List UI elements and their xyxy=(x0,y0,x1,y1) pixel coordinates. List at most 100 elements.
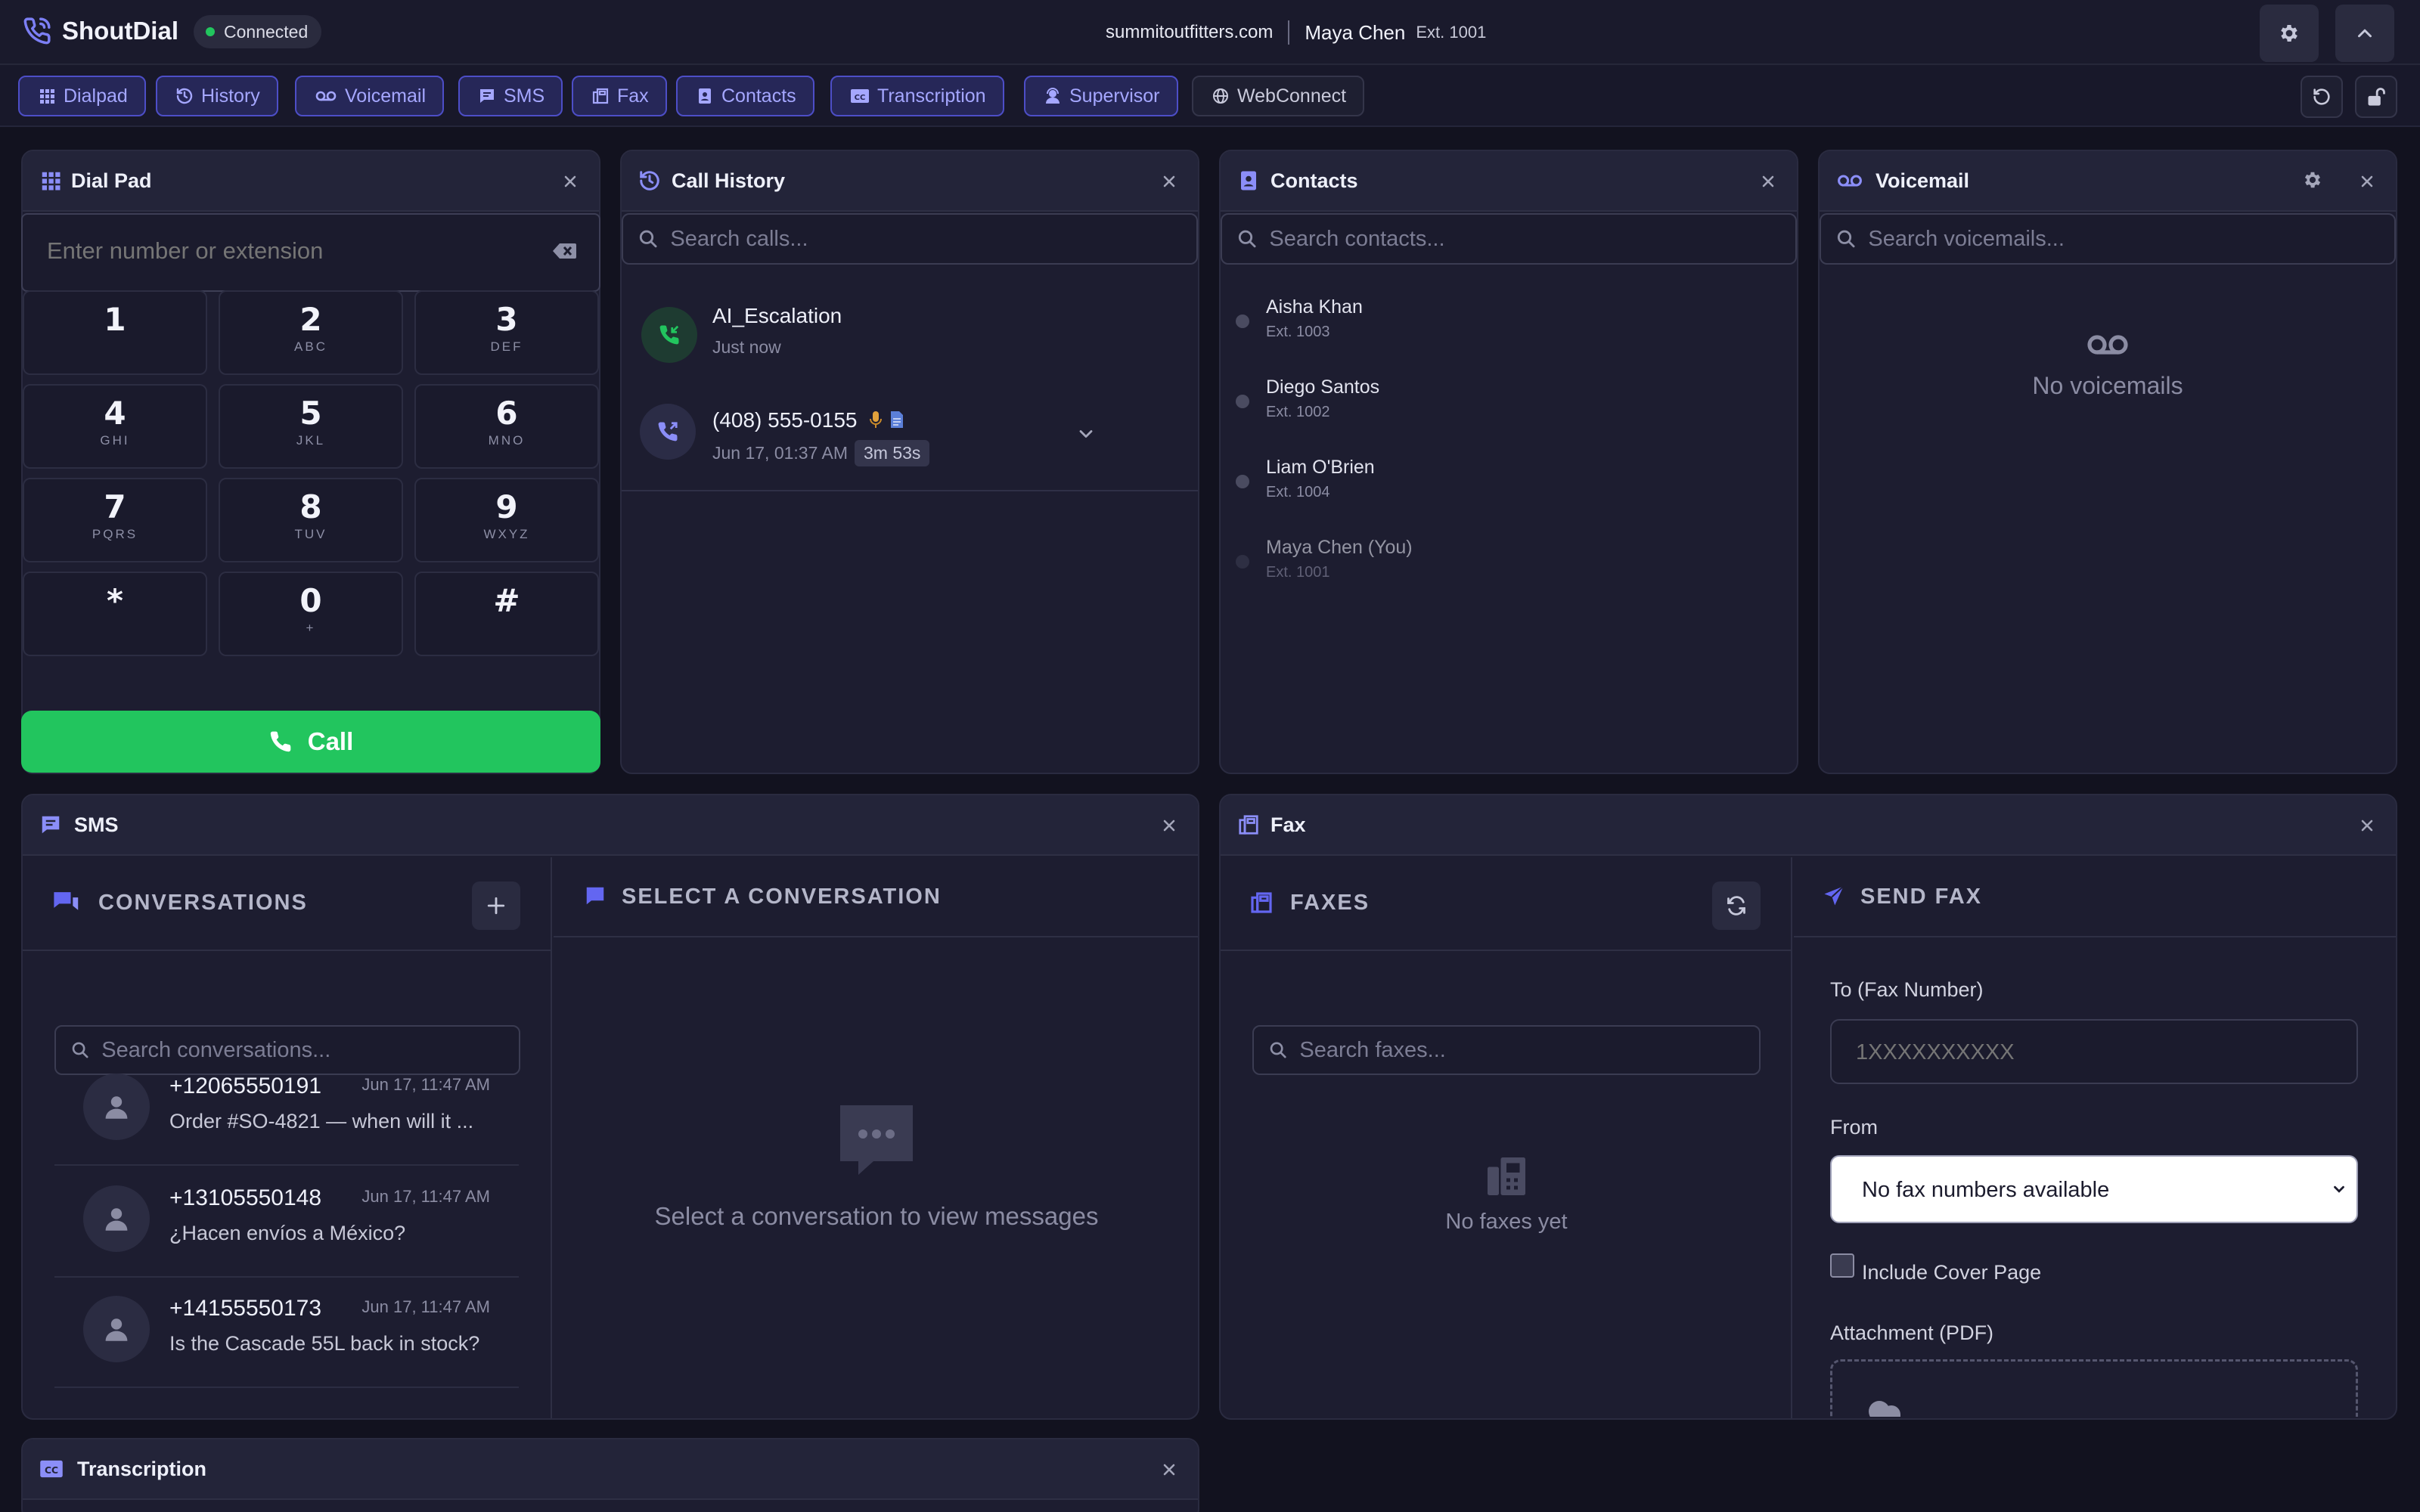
refresh-faxes-button[interactable] xyxy=(1712,881,1761,930)
key-letters: JKL xyxy=(296,433,326,448)
presence-dot-icon xyxy=(1236,395,1249,408)
dial-key-5[interactable]: 5 JKL xyxy=(219,384,403,469)
account-info: summitoutfitters.com Maya Chen Ext. 1001 xyxy=(1106,20,1486,45)
voicemail-settings-button[interactable] xyxy=(2302,169,2323,191)
attachment-dropzone[interactable] xyxy=(1830,1359,2358,1417)
fax-panel-header[interactable]: Fax xyxy=(1221,795,2396,856)
contacts-panel-header[interactable]: Contacts xyxy=(1221,151,1797,212)
contact-search-box[interactable] xyxy=(1221,213,1797,265)
dial-key-2[interactable]: 2 ABC xyxy=(219,290,403,375)
conversation-number: +13105550148 xyxy=(169,1185,322,1210)
expand-call-button[interactable] xyxy=(1075,423,1097,445)
dial-key-6[interactable]: 6 MNO xyxy=(414,384,599,469)
tab-voicemail[interactable]: Voicemail xyxy=(295,76,444,116)
voicemail-icon xyxy=(315,91,337,101)
sms-panel-header[interactable]: SMS xyxy=(23,795,1198,856)
dial-key-1[interactable]: 1 xyxy=(23,290,207,375)
contact-ext: Ext. 1003 xyxy=(1266,324,1330,340)
key-digit: 3 xyxy=(495,301,518,338)
dial-key-0[interactable]: 0 + xyxy=(219,572,403,656)
tab-transcription[interactable]: CC Transcription xyxy=(830,76,1004,116)
contact-name: Liam O'Brien xyxy=(1266,457,1375,478)
reset-layout-button[interactable] xyxy=(2301,76,2343,118)
dialpad-panel-header[interactable]: Dial Pad xyxy=(23,151,599,212)
transcription-panel-header[interactable]: CC Transcription xyxy=(23,1439,1198,1500)
new-conversation-button[interactable] xyxy=(472,881,520,930)
fax-from-select[interactable]: No fax numbers available xyxy=(1830,1155,2358,1223)
dial-key-hash[interactable]: # xyxy=(414,572,599,656)
dial-key-8[interactable]: 8 TUV xyxy=(219,478,403,562)
conversation-time: Jun 17, 11:47 AM xyxy=(361,1075,490,1094)
close-icon xyxy=(1163,175,1175,187)
tab-label: Dialpad xyxy=(64,85,128,107)
dial-number-input[interactable] xyxy=(47,237,531,265)
close-icon xyxy=(1163,1464,1175,1476)
dial-key-3[interactable]: 3 DEF xyxy=(414,290,599,375)
key-digit: 5 xyxy=(299,395,322,432)
close-panel-button[interactable] xyxy=(2355,169,2379,194)
document-icon xyxy=(889,410,904,429)
tab-supervisor[interactable]: Supervisor xyxy=(1024,76,1178,116)
fax-to-input[interactable] xyxy=(1856,1040,2325,1065)
close-panel-button[interactable] xyxy=(1157,813,1181,838)
contact-name: Aisha Khan xyxy=(1266,296,1363,318)
conversation-item[interactable]: +12065550191 Jun 17, 11:47 AM Order #SO-… xyxy=(54,1055,519,1166)
close-panel-button[interactable] xyxy=(1157,169,1181,194)
dial-key-star[interactable]: * xyxy=(23,572,207,656)
tab-webconnect[interactable]: WebConnect xyxy=(1192,76,1365,116)
dial-key-4[interactable]: 4 GHI xyxy=(23,384,207,469)
unlock-layout-button[interactable] xyxy=(2355,76,2397,118)
tab-label: Transcription xyxy=(877,85,986,107)
backspace-button[interactable] xyxy=(552,240,578,262)
fax-icon xyxy=(1488,1157,1525,1195)
key-letters: + xyxy=(306,621,316,635)
close-panel-button[interactable] xyxy=(558,169,582,194)
collapse-header-button[interactable] xyxy=(2335,5,2394,62)
dial-key-9[interactable]: 9 WXYZ xyxy=(414,478,599,562)
call-button[interactable]: Call xyxy=(21,711,600,773)
call-history-row[interactable]: (408) 555-0155 Jun 17, 01:37 AM 3m 53s xyxy=(622,386,1198,491)
conversation-item[interactable]: +13105550148 Jun 17, 11:47 AM ¿Hacen env… xyxy=(54,1167,519,1278)
call-search-box[interactable] xyxy=(622,213,1198,265)
tab-contacts[interactable]: Contacts xyxy=(676,76,814,116)
fax-search-box[interactable] xyxy=(1252,1025,1761,1075)
settings-button[interactable] xyxy=(2260,5,2319,62)
conversation-item[interactable]: +14155550173 Jun 17, 11:47 AM Is the Cas… xyxy=(54,1278,519,1388)
voicemail-search-box[interactable] xyxy=(1820,213,2396,265)
history-icon xyxy=(176,88,193,104)
attachment-label: Attachment (PDF) xyxy=(1830,1321,1994,1344)
closed-caption-icon: CC xyxy=(851,89,869,103)
tab-dialpad[interactable]: Dialpad xyxy=(18,76,146,116)
contact-search-input[interactable] xyxy=(1269,226,1795,252)
headset-user-icon xyxy=(1046,88,1060,104)
close-panel-button[interactable] xyxy=(2355,813,2379,838)
call-history-panel-header[interactable]: Call History xyxy=(622,151,1198,212)
voicemail-search-input[interactable] xyxy=(1868,226,2394,252)
voicemail-panel-header[interactable]: Voicemail xyxy=(1820,151,2396,212)
faxes-label: FAXES xyxy=(1290,891,1370,915)
dial-number-field[interactable] xyxy=(21,213,600,292)
call-search-input[interactable] xyxy=(670,226,1196,252)
fax-to-field[interactable] xyxy=(1830,1019,2358,1084)
tab-history[interactable]: History xyxy=(156,76,278,116)
search-icon xyxy=(1270,1042,1286,1058)
close-panel-button[interactable] xyxy=(1756,169,1780,194)
conversations-label: CONVERSATIONS xyxy=(98,891,308,915)
fax-search-input[interactable] xyxy=(1299,1037,1759,1063)
conversation-preview: ¿Hacen envíos a México? xyxy=(169,1222,406,1244)
chevron-up-icon xyxy=(2358,29,2372,38)
call-history-row[interactable] xyxy=(623,295,1196,389)
conversation-empty-state: Select a conversation to view messages xyxy=(554,1104,1198,1231)
close-panel-button[interactable] xyxy=(1157,1458,1181,1482)
cover-page-checkbox[interactable] xyxy=(1830,1253,1854,1278)
connection-status-badge: Connected xyxy=(194,15,322,48)
tab-sms[interactable]: SMS xyxy=(458,76,563,116)
tab-label: Contacts xyxy=(721,85,796,107)
dial-key-7[interactable]: 7 PQRS xyxy=(23,478,207,562)
key-letters: MNO xyxy=(488,433,526,448)
conversation-view-header: SELECT A CONVERSATION xyxy=(554,857,1198,937)
tab-fax[interactable]: Fax xyxy=(572,76,667,116)
send-icon xyxy=(1824,885,1844,906)
fax-from-value: No fax numbers available xyxy=(1862,1178,2110,1202)
conversation-preview: Order #SO-4821 — when will it ... xyxy=(169,1110,474,1132)
